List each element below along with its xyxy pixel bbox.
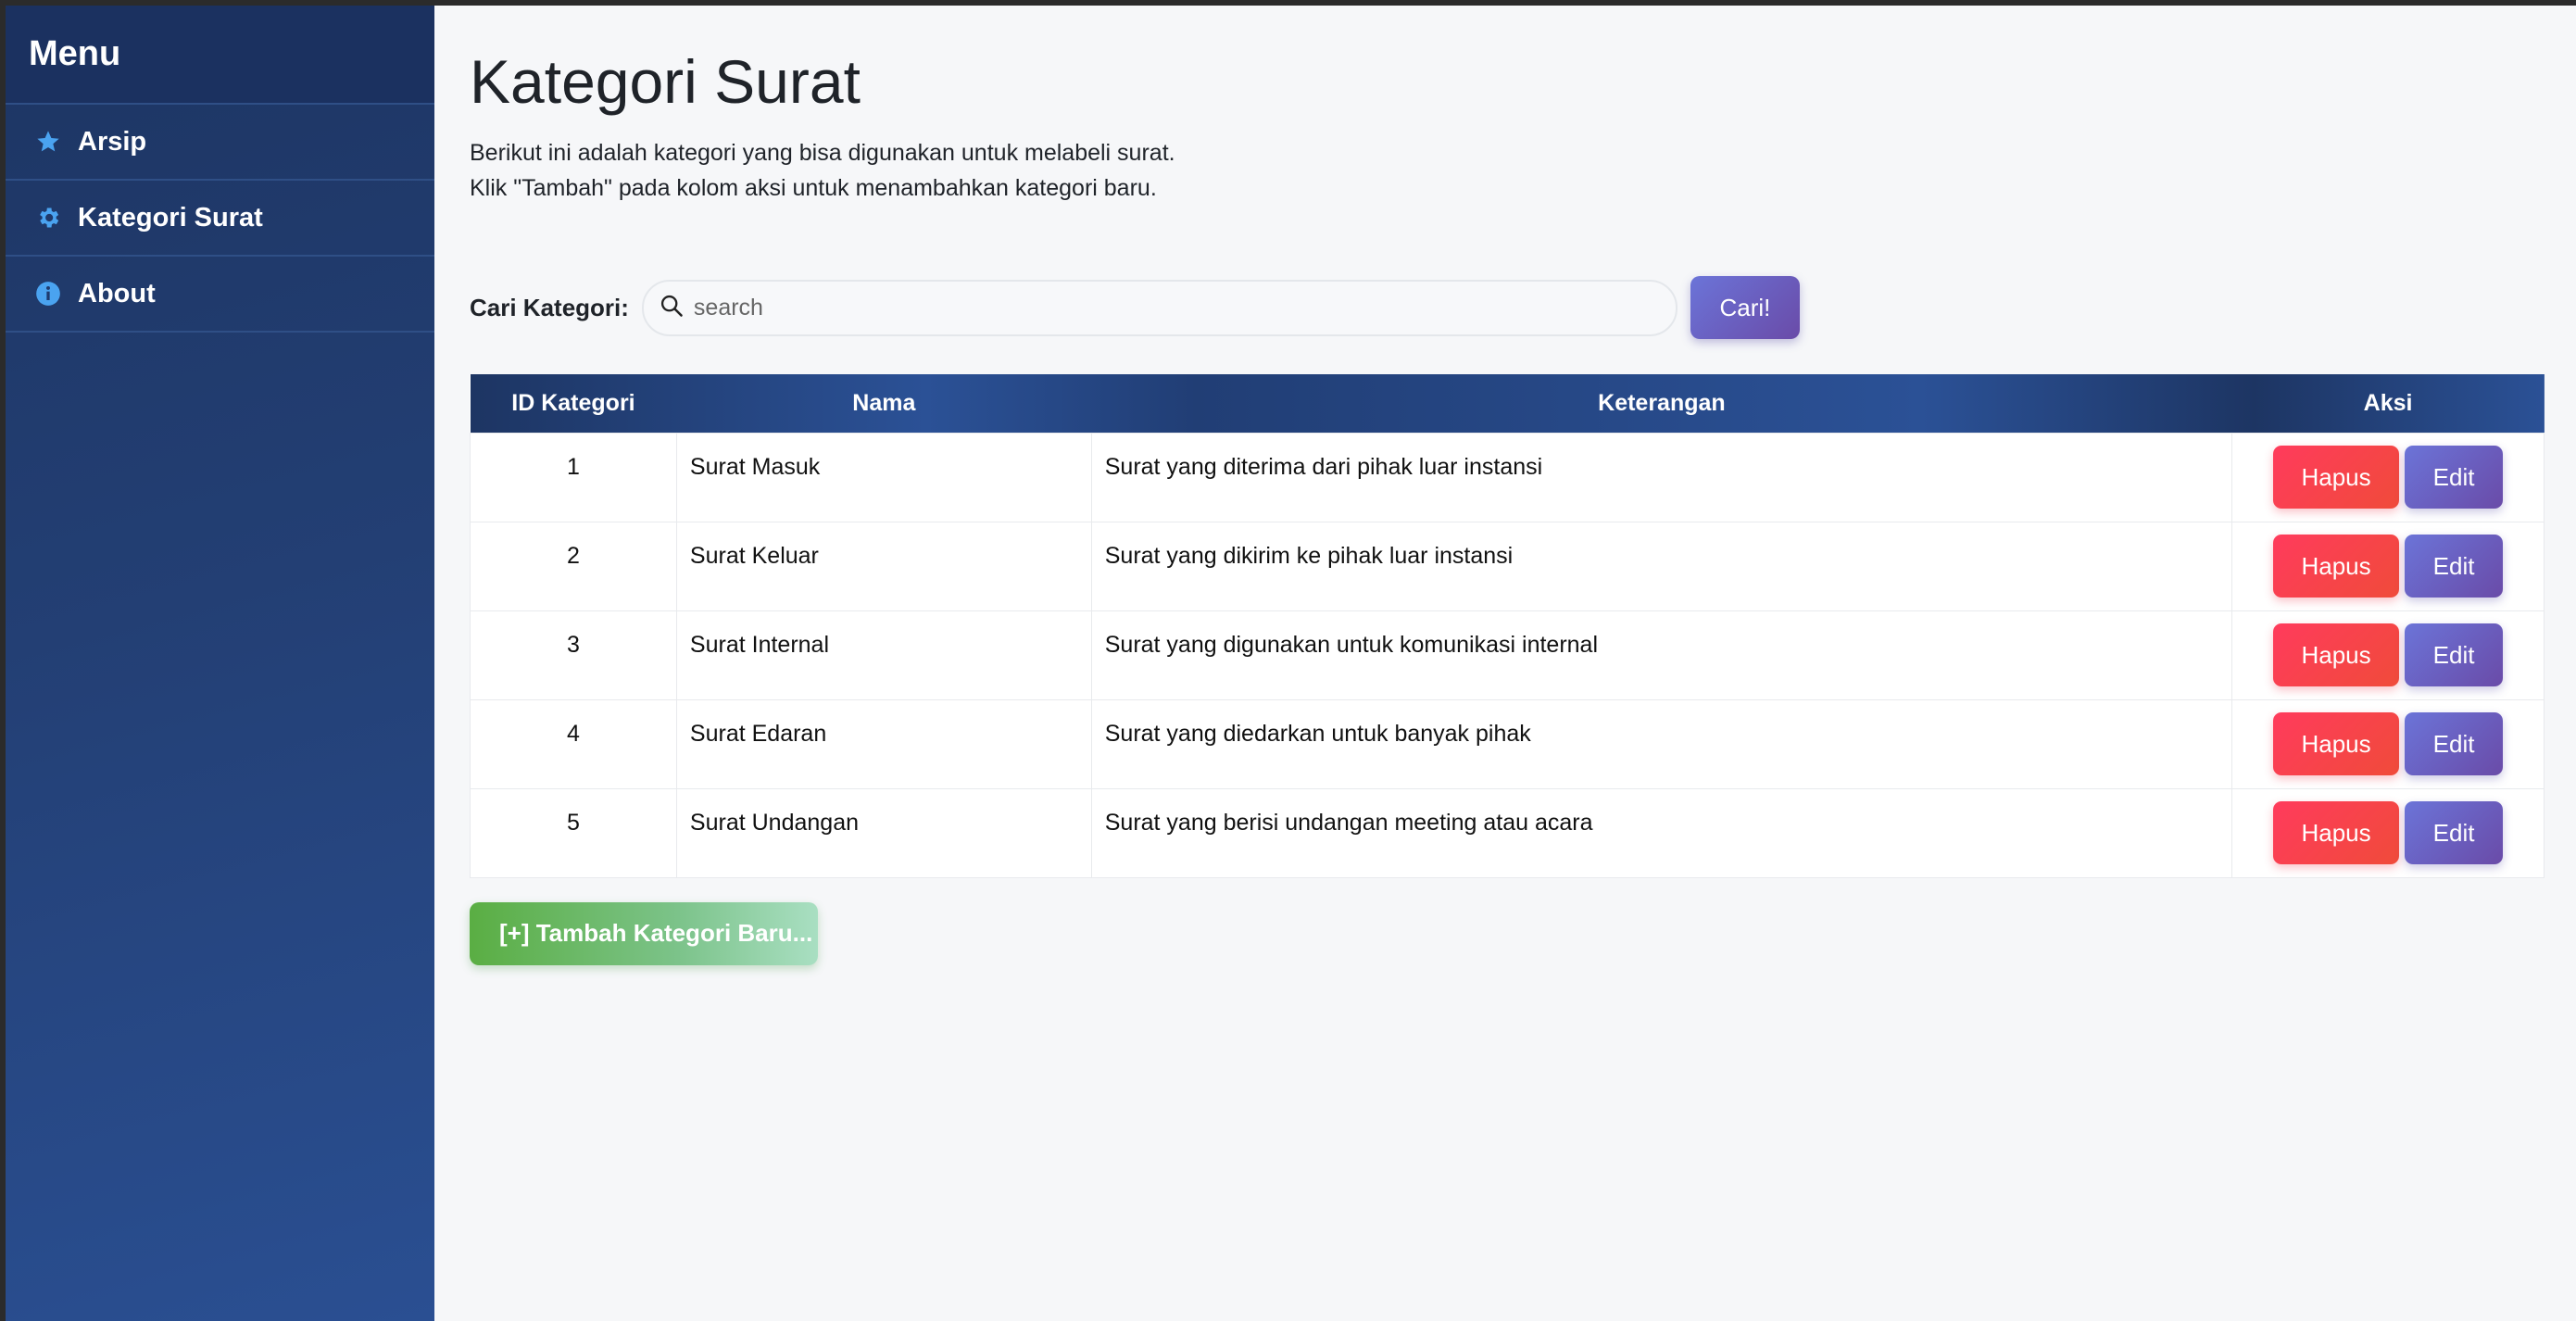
column-header-id: ID Kategori — [511, 389, 635, 416]
edit-button[interactable]: Edit — [2405, 801, 2504, 864]
cell-id: 5 — [470, 787, 677, 878]
column-header-aksi: Aksi — [2363, 389, 2413, 416]
sidebar-item-kategori-surat[interactable]: Kategori Surat — [6, 181, 434, 257]
info-icon — [33, 279, 63, 308]
column-header-keterangan: Keterangan — [1598, 389, 1726, 416]
table-row: 2 Surat Keluar Surat yang dikirim ke pih… — [470, 521, 2545, 611]
page-description-line: Berikut ini adalah kategori yang bisa di… — [470, 140, 1175, 166]
sidebar-item-about[interactable]: About — [6, 257, 434, 333]
edit-button[interactable]: Edit — [2405, 712, 2504, 775]
table-row: 1 Surat Masuk Surat yang diterima dari p… — [470, 432, 2545, 522]
sidebar: Menu Arsip Kategori Surat About — [6, 6, 434, 1321]
cell-aksi: Hapus Edit — [2231, 610, 2545, 700]
column-header-nama: Nama — [852, 389, 916, 416]
delete-button[interactable]: Hapus — [2273, 623, 2400, 686]
table-header-row: ID Kategori Nama Keterangan Aksi — [470, 374, 2545, 433]
table-row: 5 Surat Undangan Surat yang berisi undan… — [470, 787, 2545, 878]
edit-button[interactable]: Edit — [2405, 446, 2504, 509]
cell-id: 4 — [470, 698, 677, 789]
table-row: 4 Surat Edaran Surat yang diedarkan untu… — [470, 698, 2545, 789]
sidebar-item-arsip[interactable]: Arsip — [6, 105, 434, 181]
cell-keterangan: Surat yang digunakan untuk komunikasi in… — [1090, 610, 2233, 700]
cell-aksi: Hapus Edit — [2231, 698, 2545, 789]
search-button[interactable]: Cari! — [1690, 276, 1800, 339]
search-bar: Cari Kategori: Cari! — [470, 276, 2545, 339]
search-label: Cari Kategori: — [470, 293, 629, 321]
cell-keterangan: Surat yang berisi undangan meeting atau … — [1090, 787, 2233, 878]
cell-keterangan: Surat yang dikirim ke pihak luar instans… — [1090, 521, 2233, 611]
cell-nama: Surat Keluar — [675, 521, 1092, 611]
page-title: Kategori Surat — [470, 47, 861, 116]
sidebar-item-label: Arsip — [78, 126, 147, 157]
cell-nama: Surat Masuk — [675, 432, 1092, 522]
cell-aksi: Hapus Edit — [2231, 787, 2545, 878]
cell-nama: Surat Internal — [675, 610, 1092, 700]
add-category-button[interactable]: [+] Tambah Kategori Baru... — [470, 901, 818, 965]
app-window: Menu Arsip Kategori Surat About Kategori… — [6, 6, 2576, 1321]
sidebar-item-label: About — [78, 278, 156, 308]
sidebar-header: Menu — [6, 6, 434, 105]
delete-button[interactable]: Hapus — [2273, 535, 2400, 598]
cell-aksi: Hapus Edit — [2231, 432, 2545, 522]
delete-button[interactable]: Hapus — [2273, 801, 2400, 864]
page-description-line: Klik "Tambah" pada kolom aksi untuk mena… — [470, 175, 1157, 201]
cell-keterangan: Surat yang diedarkan untuk banyak pihak — [1090, 698, 2233, 789]
sidebar-title: Menu — [29, 34, 121, 73]
category-table: ID Kategori Nama Keterangan Aksi 1 Surat… — [470, 374, 2545, 878]
cell-id: 3 — [470, 610, 677, 700]
cell-id: 1 — [470, 432, 677, 522]
search-icon — [659, 293, 685, 323]
cell-aksi: Hapus Edit — [2231, 521, 2545, 611]
edit-button[interactable]: Edit — [2405, 535, 2504, 598]
cell-id: 2 — [470, 521, 677, 611]
star-icon — [33, 127, 63, 157]
gear-icon — [33, 203, 63, 233]
cell-nama: Surat Edaran — [675, 698, 1092, 789]
table-row: 3 Surat Internal Surat yang digunakan un… — [470, 610, 2545, 700]
search-input[interactable] — [693, 294, 1676, 321]
delete-button[interactable]: Hapus — [2273, 446, 2400, 509]
cell-nama: Surat Undangan — [675, 787, 1092, 878]
sidebar-item-label: Kategori Surat — [78, 202, 263, 233]
delete-button[interactable]: Hapus — [2273, 712, 2400, 775]
cell-keterangan: Surat yang diterima dari pihak luar inst… — [1090, 432, 2233, 522]
main-content: Kategori Surat Berikut ini adalah katego… — [434, 6, 2576, 1321]
search-box[interactable] — [641, 279, 1678, 336]
edit-button[interactable]: Edit — [2405, 623, 2504, 686]
